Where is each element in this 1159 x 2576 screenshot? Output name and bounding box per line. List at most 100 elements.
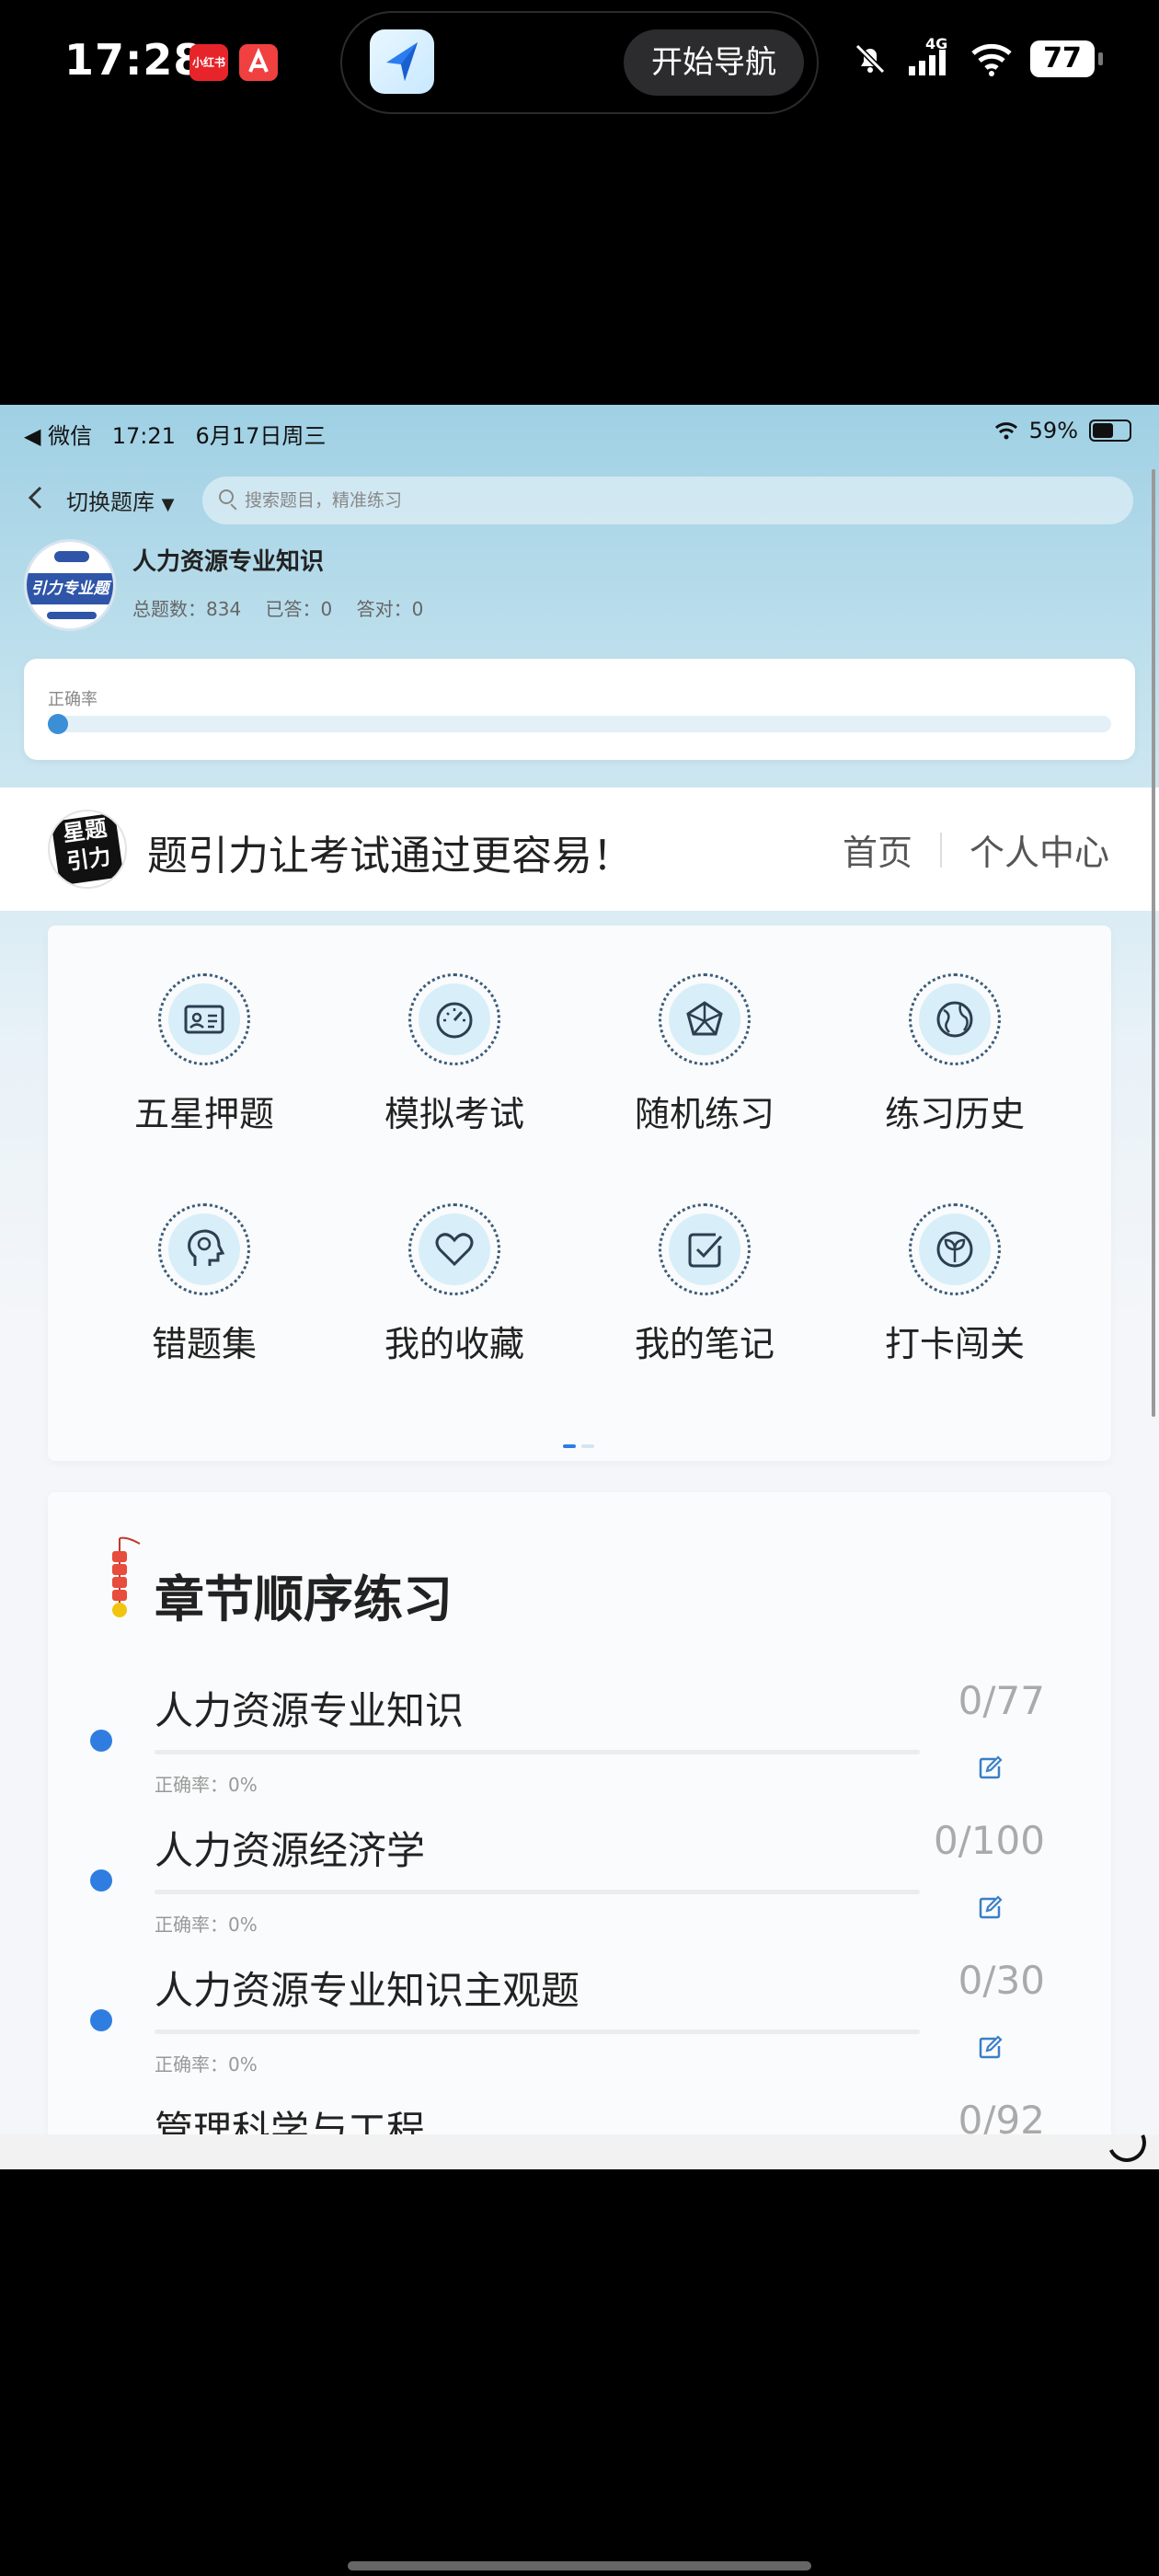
system-status-bar: 17:28 小红书 开始导航 4G 77 — [0, 0, 1159, 129]
dynamic-island: 开始导航 — [340, 11, 819, 114]
head-profile-icon — [188, 1229, 225, 1266]
wifi-icon — [971, 43, 1012, 76]
cellular-signal-icon: 4G — [905, 35, 953, 77]
accuracy-card: 正确率 — [24, 659, 1135, 760]
sprout-icon — [936, 1231, 973, 1268]
edit-icon[interactable] — [977, 1895, 1003, 1921]
home-indicator[interactable] — [348, 2561, 811, 2570]
navigation-app-icon[interactable] — [370, 29, 434, 94]
feature-five-star[interactable]: 五星押题 — [79, 926, 329, 1134]
brand-navigation: 首页 个人中心 — [843, 824, 1109, 875]
feature-label: 模拟考试 — [384, 1094, 524, 1134]
heart-icon — [435, 1233, 474, 1267]
inner-time: 17:21 — [111, 423, 176, 449]
search-icon — [219, 489, 234, 504]
chapter-name: 人力资源经济学 — [155, 1828, 426, 1873]
chapter-bullet — [90, 1730, 112, 1752]
search-input[interactable]: 搜索题目，精准练习 — [202, 477, 1133, 524]
brand-slogan: 题引力让考试通过更容易！ — [147, 833, 633, 880]
inner-status-right: 59% — [994, 418, 1131, 443]
feature-check-in[interactable]: 打卡闯关 — [830, 1156, 1080, 1364]
question-bank-logo: 引力专业题 — [24, 539, 116, 631]
chapter-progress-bar — [155, 2030, 920, 2034]
chapter-progress-bar — [155, 1890, 920, 1894]
feature-label: 练习历史 — [884, 1094, 1025, 1134]
pager-dot[interactable] — [581, 1444, 594, 1448]
chapter-accuracy: 正确率：0% — [155, 2053, 258, 2076]
accuracy-progress-indicator — [48, 714, 68, 734]
feature-pager — [563, 1444, 594, 1448]
back-button[interactable] — [26, 482, 44, 522]
feature-label: 错题集 — [151, 1324, 257, 1364]
inner-status-bar: ◀ 微信 17:21 6月17日周三 59% — [0, 405, 1159, 464]
top-navigation: 切换题库 ▼ 搜索题目，精准练习 — [0, 467, 1159, 534]
system-indicators: 4G 77 — [852, 35, 1103, 77]
feature-grid: 五星押题 模拟考试 随机练习 练习历史 错题集 我的收藏 我的笔记 打卡闯关 — [48, 926, 1111, 1461]
checked-note-icon — [688, 1233, 723, 1268]
back-to-wechat-link[interactable]: ◀ 微信 — [24, 423, 92, 449]
chapter-name: 人力资源专业知识主观题 — [155, 1968, 580, 2013]
chapter-practice-section: 章节顺序练习 人力资源专业知识 正确率：0% 0/77 人力资源经济学 正确率：… — [48, 1492, 1111, 2169]
feature-favorites[interactable]: 我的收藏 — [329, 1156, 580, 1364]
answered-count: 已答：0 — [265, 598, 333, 620]
bottom-toolbar — [0, 2134, 1159, 2169]
chapter-item[interactable]: 人力资源专业知识主观题 正确率：0% 0/30 — [48, 1956, 1111, 2096]
chapter-accuracy: 正确率：0% — [155, 1914, 258, 1936]
feature-label: 五星押题 — [133, 1094, 274, 1134]
edit-icon[interactable] — [977, 1755, 1003, 1781]
edit-icon[interactable] — [977, 2035, 1003, 2061]
accuracy-progress-bar — [48, 714, 1111, 734]
nav-divider — [939, 832, 942, 868]
feature-wrong-questions[interactable]: 错题集 — [79, 1156, 329, 1364]
bank-stats: 总题数：834 已答：0 答对：0 — [132, 594, 440, 621]
start-navigation-button[interactable]: 开始导航 — [624, 29, 804, 96]
firecracker-icon — [112, 1536, 141, 1617]
feature-mock-exam[interactable]: 模拟考试 — [329, 926, 580, 1134]
brand-logo[interactable]: 星题 引力 — [48, 810, 127, 889]
switch-bank-label: 切换题库 — [66, 489, 155, 515]
system-time: 17:28 — [64, 35, 204, 85]
nav-home-link[interactable]: 首页 — [843, 824, 912, 875]
battery-indicator: 77 — [1030, 40, 1103, 77]
id-card-icon — [184, 1005, 224, 1034]
feature-label: 随机练习 — [634, 1094, 775, 1134]
feature-label: 我的笔记 — [634, 1324, 775, 1364]
switch-bank-dropdown[interactable]: 切换题库 ▼ — [66, 484, 174, 516]
bank-title: 人力资源专业知识 — [132, 548, 325, 576]
chapter-name: 人力资源专业知识 — [155, 1688, 465, 1733]
inner-date: 6月17日周三 — [195, 423, 327, 449]
chapter-progress-bar — [155, 1750, 920, 1754]
caret-down-icon: ▼ — [161, 495, 175, 514]
feature-practice-history[interactable]: 练习历史 — [830, 926, 1080, 1134]
chapter-section-title: 章节顺序练习 — [155, 1570, 453, 1628]
feature-notes[interactable]: 我的笔记 — [580, 1156, 830, 1364]
polyhedron-icon — [686, 1001, 723, 1036]
total-questions: 总题数：834 — [132, 598, 242, 620]
chevron-left-icon — [28, 486, 42, 510]
accuracy-label: 正确率 — [48, 690, 98, 709]
nav-profile-link[interactable]: 个人中心 — [970, 824, 1109, 875]
feature-random-practice[interactable]: 随机练习 — [580, 926, 830, 1134]
chapter-bullet — [90, 1869, 112, 1892]
chapter-item[interactable]: 人力资源专业知识 正确率：0% 0/77 — [48, 1676, 1111, 1816]
inner-status-left: ◀ 微信 17:21 6月17日周三 — [24, 418, 326, 450]
notification-app-badge — [239, 44, 278, 81]
chapter-item[interactable]: 人力资源经济学 正确率：0% 0/100 — [48, 1816, 1111, 1956]
chapter-accuracy: 正确率：0% — [155, 1774, 258, 1796]
chapter-count: 0/77 — [958, 1678, 1045, 1723]
bell-muted-icon — [855, 43, 886, 75]
brand-header: 星题 引力 题引力让考试通过更容易！ 首页 个人中心 — [0, 788, 1159, 911]
chapter-bullet — [90, 2009, 112, 2031]
inner-battery-percent: 59% — [1028, 418, 1078, 443]
globe-icon — [936, 1001, 973, 1038]
chapter-count: 0/30 — [958, 1958, 1045, 2003]
chapter-count: 0/100 — [933, 1818, 1045, 1863]
app-screen: ◀ 微信 17:21 6月17日周三 59% 切换题库 ▼ 搜索题目，精准练习 … — [0, 405, 1159, 2169]
speedometer-icon — [436, 1002, 473, 1039]
search-placeholder: 搜索题目，精准练习 — [245, 490, 403, 511]
correct-count: 答对：0 — [356, 598, 424, 620]
feature-label: 打卡闯关 — [884, 1324, 1025, 1364]
page-scrollbar[interactable] — [1152, 469, 1155, 1417]
pager-dot-active[interactable] — [563, 1444, 576, 1448]
xiaohongshu-app-badge: 小红书 — [189, 44, 228, 81]
